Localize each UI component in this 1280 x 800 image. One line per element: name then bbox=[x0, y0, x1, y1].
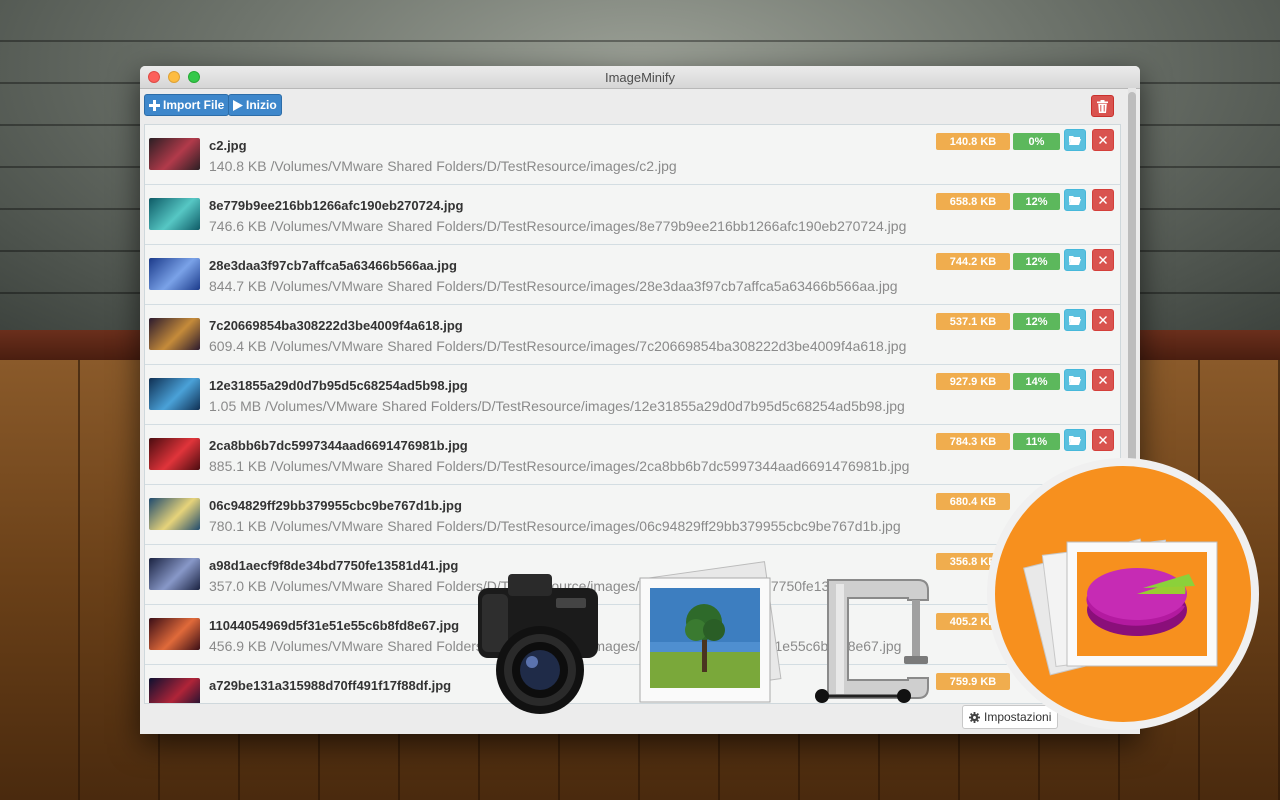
clear-list-button[interactable] bbox=[1091, 95, 1114, 117]
plus-icon bbox=[149, 99, 160, 111]
file-thumbnail bbox=[149, 678, 200, 703]
file-row[interactable]: 7c20669854ba308222d3be4009f4a618.jpg 609.… bbox=[145, 305, 1120, 365]
file-row[interactable]: c2.jpg 140.8 KB /Volumes/VMware Shared Fo… bbox=[145, 125, 1120, 185]
close-icon bbox=[1099, 316, 1107, 324]
file-name: 28e3daa3f97cb7affca5a63466b566aa.jpg bbox=[209, 258, 457, 273]
file-name: 8e779b9ee216bb1266afc190eb270724.jpg bbox=[209, 198, 464, 213]
open-folder-button[interactable] bbox=[1064, 129, 1086, 151]
savings-percent-badge: 12% bbox=[1013, 253, 1060, 270]
file-size-and-path: 844.7 KB /Volumes/VMware Shared Folders/… bbox=[209, 278, 898, 294]
close-icon bbox=[1099, 256, 1107, 264]
camera-icon bbox=[478, 574, 598, 714]
file-name: 11044054969d5f31e51e55c6b8fd8e67.jpg bbox=[209, 618, 460, 633]
file-row[interactable]: 12e31855a29d0d7b95d5c68254ad5b98.jpg 1.05… bbox=[145, 365, 1120, 425]
compressed-size-badge: 927.9 KB bbox=[936, 373, 1010, 390]
close-icon bbox=[1099, 136, 1107, 144]
savings-percent-badge: 0% bbox=[1013, 133, 1060, 150]
app-logo-icon bbox=[987, 458, 1259, 730]
compressed-size-badge: 744.2 KB bbox=[936, 253, 1010, 270]
file-thumbnail bbox=[149, 498, 200, 530]
file-row[interactable]: 2ca8bb6b7dc5997344aad6691476981b.jpg 885.… bbox=[145, 425, 1120, 485]
file-size-and-path: 746.6 KB /Volumes/VMware Shared Folders/… bbox=[209, 218, 907, 234]
savings-percent-badge: 12% bbox=[1013, 313, 1060, 330]
file-name: c2.jpg bbox=[209, 138, 247, 153]
file-size-and-path: 140.8 KB /Volumes/VMware Shared Folders/… bbox=[209, 158, 677, 174]
open-folder-button[interactable] bbox=[1064, 189, 1086, 211]
gear-icon bbox=[969, 711, 980, 723]
file-thumbnail bbox=[149, 558, 200, 590]
remove-file-button[interactable] bbox=[1092, 129, 1114, 151]
close-icon bbox=[1099, 196, 1107, 204]
compressed-size-badge: 658.8 KB bbox=[936, 193, 1010, 210]
import-file-label: Import File bbox=[163, 98, 225, 112]
folder-open-icon bbox=[1069, 256, 1081, 265]
savings-percent-badge: 11% bbox=[1013, 433, 1060, 450]
title-bar: ImageMinify bbox=[140, 66, 1140, 89]
open-folder-button[interactable] bbox=[1064, 249, 1086, 271]
savings-percent-badge: 12% bbox=[1013, 193, 1060, 210]
file-size-and-path: 609.4 KB /Volumes/VMware Shared Folders/… bbox=[209, 338, 907, 354]
compressed-size-badge: 140.8 KB bbox=[936, 133, 1010, 150]
remove-file-button[interactable] bbox=[1092, 249, 1114, 271]
file-row[interactable]: 8e779b9ee216bb1266afc190eb270724.jpg 746.… bbox=[145, 185, 1120, 245]
file-name: 12e31855a29d0d7b95d5c68254ad5b98.jpg bbox=[209, 378, 468, 393]
file-thumbnail bbox=[149, 378, 200, 410]
folder-open-icon bbox=[1069, 316, 1081, 325]
remove-file-button[interactable] bbox=[1092, 189, 1114, 211]
file-thumbnail bbox=[149, 198, 200, 230]
file-thumbnail bbox=[149, 318, 200, 350]
savings-percent-badge: 14% bbox=[1013, 373, 1060, 390]
compressed-size-badge: 784.3 KB bbox=[936, 433, 1010, 450]
play-icon bbox=[233, 99, 243, 111]
close-icon bbox=[1099, 436, 1107, 444]
open-folder-button[interactable] bbox=[1064, 369, 1086, 391]
file-size-and-path: 1.05 MB /Volumes/VMware Shared Folders/D… bbox=[209, 398, 905, 414]
remove-file-button[interactable] bbox=[1092, 429, 1114, 451]
file-name: a729be131a315988d70ff491f17f88df.jpg bbox=[209, 678, 452, 693]
file-name: 7c20669854ba308222d3be4009f4a618.jpg bbox=[209, 318, 463, 333]
remove-file-button[interactable] bbox=[1092, 369, 1114, 391]
folder-open-icon bbox=[1069, 136, 1081, 145]
folder-open-icon bbox=[1069, 196, 1081, 205]
file-size-and-path: 780.1 KB /Volumes/VMware Shared Folders/… bbox=[209, 518, 901, 534]
file-name: a98d1aecf9f8de34bd7750fe13581d41.jpg bbox=[209, 558, 459, 573]
folder-open-icon bbox=[1069, 376, 1081, 385]
open-folder-button[interactable] bbox=[1064, 309, 1086, 331]
clamp-icon bbox=[815, 579, 929, 703]
file-row[interactable]: 06c94829ff29bb379955cbc9be767d1b.jpg 780.… bbox=[145, 485, 1120, 545]
file-size-and-path: 885.1 KB /Volumes/VMware Shared Folders/… bbox=[209, 458, 910, 474]
file-name: 2ca8bb6b7dc5997344aad6691476981b.jpg bbox=[209, 438, 468, 453]
file-thumbnail bbox=[149, 258, 200, 290]
start-button[interactable]: Inizio bbox=[228, 94, 282, 116]
photo-icon bbox=[639, 561, 782, 703]
compressed-size-badge: 537.1 KB bbox=[936, 313, 1010, 330]
trash-icon bbox=[1097, 99, 1108, 113]
close-icon bbox=[1099, 376, 1107, 384]
start-label: Inizio bbox=[246, 98, 277, 112]
file-row[interactable]: 28e3daa3f97cb7affca5a63466b566aa.jpg 844.… bbox=[145, 245, 1120, 305]
remove-file-button[interactable] bbox=[1092, 309, 1114, 331]
window-title: ImageMinify bbox=[604, 70, 676, 85]
file-name: 06c94829ff29bb379955cbc9be767d1b.jpg bbox=[209, 498, 462, 513]
file-thumbnail bbox=[149, 618, 200, 650]
folder-open-icon bbox=[1069, 436, 1081, 445]
file-thumbnail bbox=[149, 438, 200, 470]
open-folder-button[interactable] bbox=[1064, 429, 1086, 451]
toolbar: Import File Inizio bbox=[140, 89, 1140, 123]
import-file-button[interactable]: Import File bbox=[144, 94, 230, 116]
file-thumbnail bbox=[149, 138, 200, 170]
